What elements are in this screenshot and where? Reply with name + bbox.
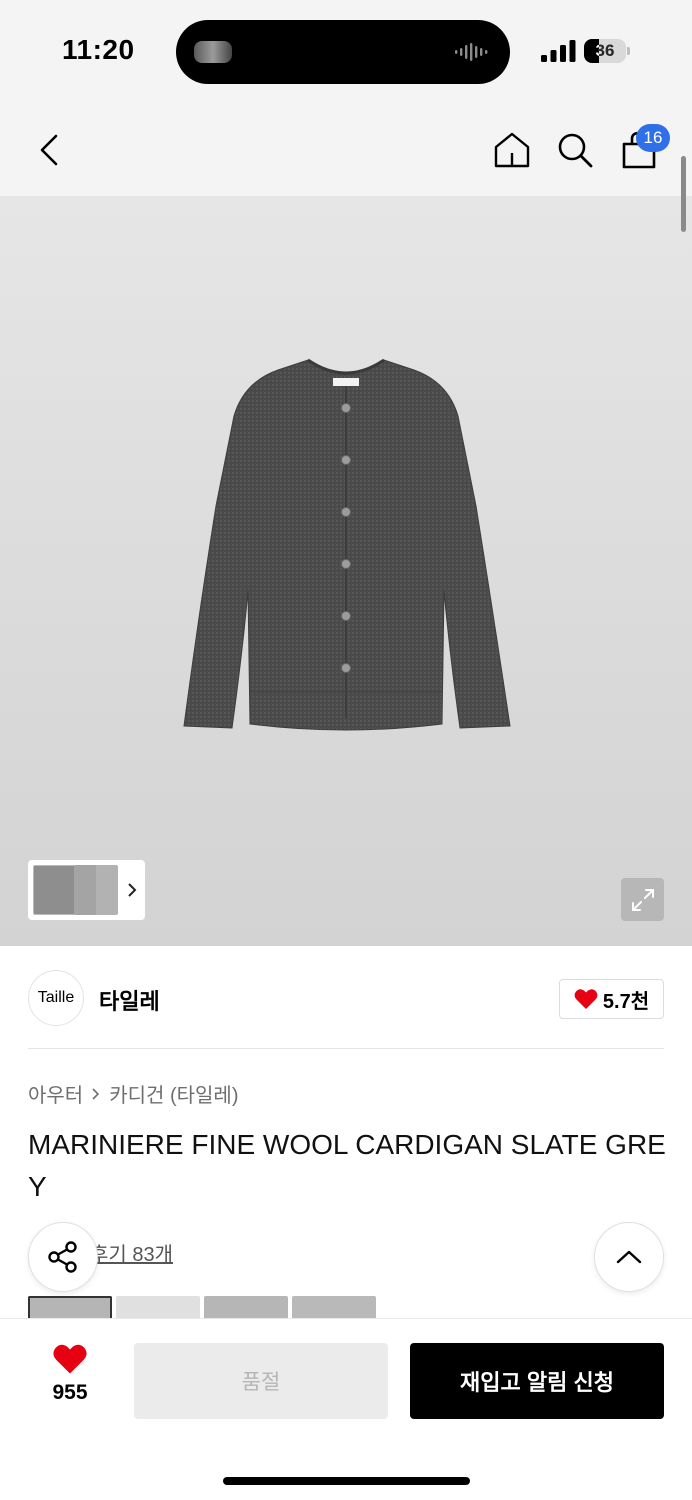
brand-like-count: 5.7천: [602, 990, 650, 1013]
share-button[interactable]: [28, 1222, 98, 1292]
divider: [28, 1048, 664, 1049]
audio-wave-icon: [455, 43, 488, 61]
top-nav: [0, 104, 692, 196]
product-image-gallery[interactable]: [0, 196, 692, 946]
option-swatch-1[interactable]: [28, 1296, 112, 1318]
now-playing-artwork: [194, 41, 232, 63]
dynamic-island: [176, 20, 510, 84]
product-photo: [183, 358, 511, 731]
thumbnail-1[interactable]: [33, 865, 76, 915]
home-button[interactable]: [488, 126, 536, 174]
product-title: MARINIERE FINE WOOL CARDIGAN SLATE GREY: [28, 1129, 666, 1202]
cart-count-badge: 16: [636, 124, 670, 152]
chevron-right-icon[interactable]: [124, 878, 140, 902]
battery-level: 36: [595, 41, 615, 60]
option-swatch-3[interactable]: [204, 1296, 288, 1318]
breadcrumb: 아우터 카디건 (타일레): [28, 1079, 238, 1108]
chevron-up-icon: [616, 1250, 642, 1264]
search-button[interactable]: [551, 126, 599, 174]
heart-icon: [574, 989, 598, 1009]
heart-icon: [53, 1344, 87, 1374]
share-icon: [48, 1241, 77, 1273]
purchase-bar: 955 품절 재입고 알림 신청: [0, 1318, 692, 1500]
home-indicator[interactable]: [223, 1477, 470, 1485]
battery-icon: 36: [584, 39, 626, 63]
scroll-to-top-button[interactable]: [594, 1222, 664, 1292]
soldout-button: 품절: [134, 1343, 388, 1419]
brand-row: Taille 타일레 5.7천: [0, 948, 692, 1048]
battery-cap: [627, 47, 630, 55]
page-scrollbar[interactable]: [681, 156, 686, 232]
expand-image-button[interactable]: [621, 878, 664, 921]
review-count-link[interactable]: 후기 83개: [90, 1238, 173, 1267]
restock-alert-button[interactable]: 재입고 알림 신청: [410, 1343, 664, 1419]
thumbnail-2[interactable]: [74, 865, 98, 915]
home-icon: [494, 132, 530, 168]
option-swatch-2[interactable]: [116, 1296, 200, 1318]
brand-like-button[interactable]: 5.7천: [559, 979, 664, 1019]
cellular-signal-icon: [541, 40, 576, 62]
brand-logo[interactable]: Taille: [28, 970, 84, 1026]
thumbnail-3[interactable]: [96, 865, 118, 915]
brand-name[interactable]: 타일레: [99, 984, 160, 1016]
wishlist-button[interactable]: 955: [34, 1343, 106, 1417]
breadcrumb-category[interactable]: 아우터: [28, 1079, 83, 1108]
search-icon: [558, 133, 593, 168]
expand-icon: [631, 888, 654, 911]
brand-logo-text: Taille: [37, 989, 75, 1006]
thumbnail-strip[interactable]: [28, 860, 145, 920]
breadcrumb-subcategory[interactable]: 카디건 (타일레): [109, 1079, 238, 1108]
option-swatch-4[interactable]: [292, 1296, 376, 1318]
back-button[interactable]: [26, 126, 74, 174]
chevron-right-icon: [92, 1087, 100, 1100]
status-bar: 11:20 36: [0, 0, 692, 104]
chevron-left-icon: [40, 134, 58, 166]
wishlist-count: 955: [52, 1381, 88, 1404]
status-time: 11:20: [62, 34, 135, 65]
